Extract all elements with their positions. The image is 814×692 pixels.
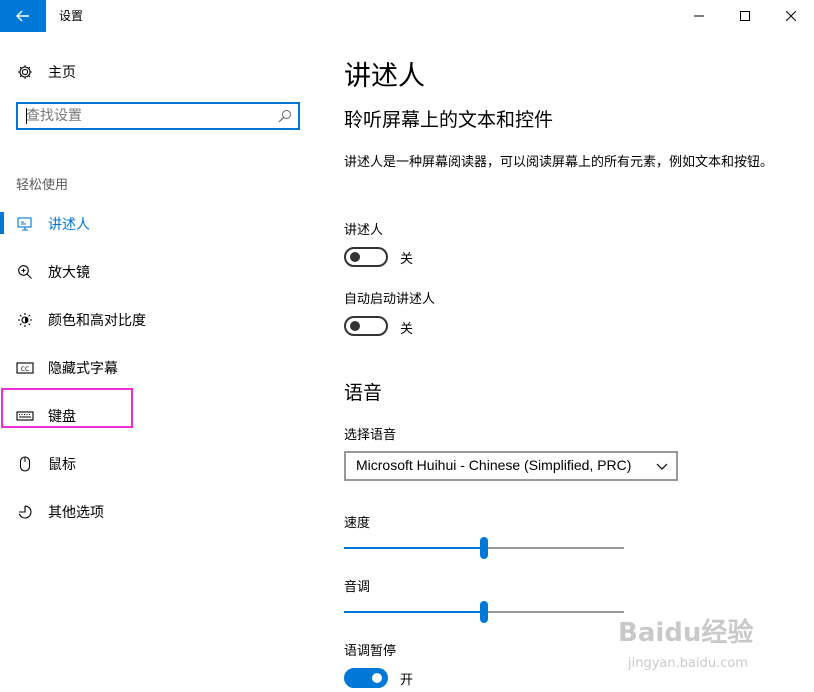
slider-thumb[interactable]	[480, 601, 488, 623]
close-icon	[786, 11, 796, 21]
slider-thumb[interactable]	[480, 537, 488, 559]
gear-icon	[16, 63, 34, 81]
intonation-pause-toggle[interactable]	[344, 668, 388, 688]
minimize-button[interactable]	[676, 0, 722, 32]
autostart-toggle-state: 关	[400, 322, 414, 337]
back-button[interactable]	[0, 0, 46, 32]
page-title: 讲述人	[344, 61, 425, 92]
other-options-icon	[16, 503, 34, 521]
sidebar-item-color-contrast[interactable]: 颜色和高对比度	[0, 300, 320, 340]
close-button[interactable]	[768, 0, 814, 32]
slider-fill	[344, 611, 484, 613]
sidebar-item-label: 鼠标	[48, 457, 76, 473]
sidebar-item-label: 其他选项	[48, 505, 104, 521]
sidebar-item-keyboard[interactable]: 键盘	[0, 396, 320, 436]
intonation-pause-label: 语调暂停	[344, 644, 397, 659]
sidebar-item-narrator[interactable]: 讲述人	[0, 204, 320, 244]
pitch-label: 音调	[344, 580, 371, 595]
sidebar-item-label: 讲述人	[48, 217, 90, 233]
back-arrow-icon	[16, 10, 29, 22]
intonation-pause-state: 开	[400, 673, 414, 688]
toggle-knob	[350, 252, 360, 262]
slider-fill	[344, 547, 484, 549]
main-content: 讲述人 聆听屏幕上的文本和控件 讲述人是一种屏幕阅读器，可以阅读屏幕上的所有元素…	[320, 32, 814, 692]
toggle-knob	[350, 321, 360, 331]
sidebar-item-label: 键盘	[48, 409, 76, 425]
speed-label: 速度	[344, 516, 371, 531]
sidebar-item-home[interactable]: 主页	[0, 52, 320, 92]
page-subtitle: 聆听屏幕上的文本和控件	[344, 109, 554, 131]
chevron-down-icon	[656, 463, 668, 470]
text-caret	[26, 108, 27, 124]
svg-text:CC: CC	[21, 366, 29, 373]
maximize-icon	[740, 11, 750, 21]
brightness-icon	[16, 311, 34, 329]
toggle-knob	[372, 673, 382, 683]
minimize-icon	[694, 15, 704, 17]
voice-section-title: 语音	[344, 382, 383, 404]
sidebar-item-label: 颜色和高对比度	[48, 313, 146, 329]
narrator-toggle-state: 关	[400, 252, 414, 267]
voice-dropdown[interactable]: Microsoft Huihui - Chinese (Simplified, …	[344, 451, 678, 481]
search-input[interactable]	[26, 107, 266, 125]
narrator-toggle[interactable]	[344, 247, 388, 267]
speed-slider[interactable]	[344, 537, 624, 559]
keyboard-icon	[16, 407, 34, 425]
sidebar-item-label: 放大镜	[48, 265, 90, 281]
sidebar-item-other-options[interactable]: 其他选项	[0, 492, 320, 532]
sidebar: 主页 轻松使用 讲述人 放大镜	[0, 32, 320, 692]
mouse-icon	[16, 455, 34, 473]
select-voice-label: 选择语音	[344, 428, 397, 443]
magnifier-icon	[16, 263, 34, 281]
pitch-slider[interactable]	[344, 601, 624, 623]
window-title: 设置	[59, 9, 84, 23]
sidebar-item-magnifier[interactable]: 放大镜	[0, 252, 320, 292]
search-field[interactable]	[16, 102, 300, 130]
sidebar-item-closed-captions[interactable]: CC 隐藏式字幕	[0, 348, 320, 388]
autostart-toggle-label: 自动启动讲述人	[344, 292, 436, 307]
section-title: 轻松使用	[16, 178, 69, 193]
closed-captions-icon: CC	[16, 359, 34, 377]
sidebar-item-label: 隐藏式字幕	[48, 361, 118, 377]
description-text: 讲述人是一种屏幕阅读器，可以阅读屏幕上的所有元素，例如文本和按钮。	[344, 155, 774, 170]
narrator-icon	[16, 215, 34, 233]
title-bar: 设置	[0, 0, 814, 32]
selected-voice: Microsoft Huihui - Chinese (Simplified, …	[356, 457, 632, 473]
search-icon[interactable]	[278, 109, 292, 123]
sidebar-item-label: 主页	[48, 65, 76, 81]
maximize-button[interactable]	[722, 0, 768, 32]
narrator-toggle-label: 讲述人	[344, 223, 384, 238]
sidebar-item-mouse[interactable]: 鼠标	[0, 444, 320, 484]
autostart-toggle[interactable]	[344, 316, 388, 336]
